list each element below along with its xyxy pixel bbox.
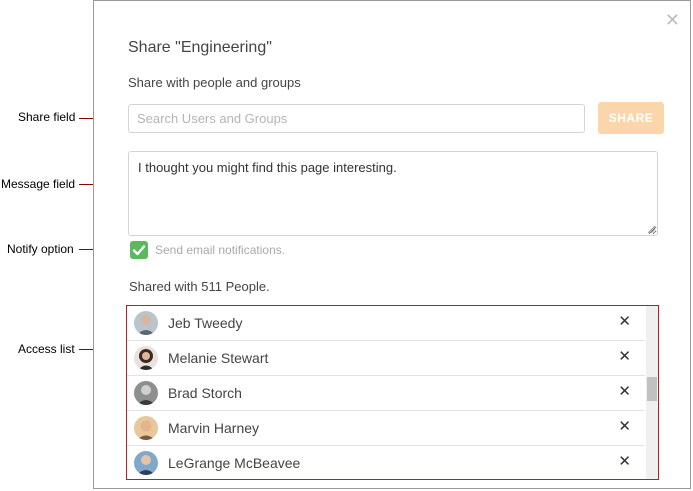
user-name: Marvin Harney (168, 420, 260, 436)
user-name: Brad Storch (168, 385, 242, 401)
callout-access-list: Access list (18, 342, 75, 356)
callout-share-field: Share field (18, 110, 76, 124)
notify-checkbox[interactable] (130, 241, 148, 259)
dialog-title: Share "Engineering" (128, 39, 272, 56)
avatar (134, 311, 158, 335)
list-item: Marvin Harney ✕ (127, 411, 645, 446)
list-item: Jeb Tweedy ✕ (127, 306, 645, 341)
shared-count: Shared with 511 People. (129, 279, 270, 294)
share-button[interactable]: SHARE (598, 102, 664, 134)
user-name: LeGrange McBeavee (168, 455, 301, 471)
list-item: LeGrange McBeavee ✕ (127, 446, 645, 479)
remove-icon[interactable]: ✕ (618, 383, 631, 401)
remove-icon[interactable]: ✕ (618, 453, 631, 471)
checkmark-icon (132, 245, 146, 256)
notify-label: Send email notifications. (155, 243, 286, 257)
avatar (134, 381, 158, 405)
user-name: Melanie Stewart (168, 350, 269, 366)
search-input[interactable] (128, 104, 585, 133)
message-field[interactable]: I thought you might find this page inter… (128, 151, 658, 236)
remove-icon[interactable]: ✕ (618, 313, 631, 331)
callout-message-field: Message field (1, 177, 76, 191)
remove-icon[interactable]: ✕ (618, 348, 631, 366)
avatar (134, 416, 158, 440)
dialog-subtitle: Share with people and groups (128, 75, 301, 90)
callout-notify-option: Notify option (7, 242, 74, 256)
scrollbar[interactable] (646, 306, 658, 479)
remove-icon[interactable]: ✕ (618, 418, 631, 436)
scroll-thumb[interactable] (647, 377, 657, 401)
user-name: Jeb Tweedy (168, 315, 243, 331)
access-list: Jeb Tweedy ✕ Melanie Stewart ✕ Brad Stor… (126, 305, 659, 480)
list-item: Brad Storch ✕ (127, 376, 645, 411)
avatar (134, 346, 158, 370)
close-icon[interactable]: ✕ (665, 11, 680, 29)
avatar (134, 451, 158, 475)
list-item: Melanie Stewart ✕ (127, 341, 645, 376)
